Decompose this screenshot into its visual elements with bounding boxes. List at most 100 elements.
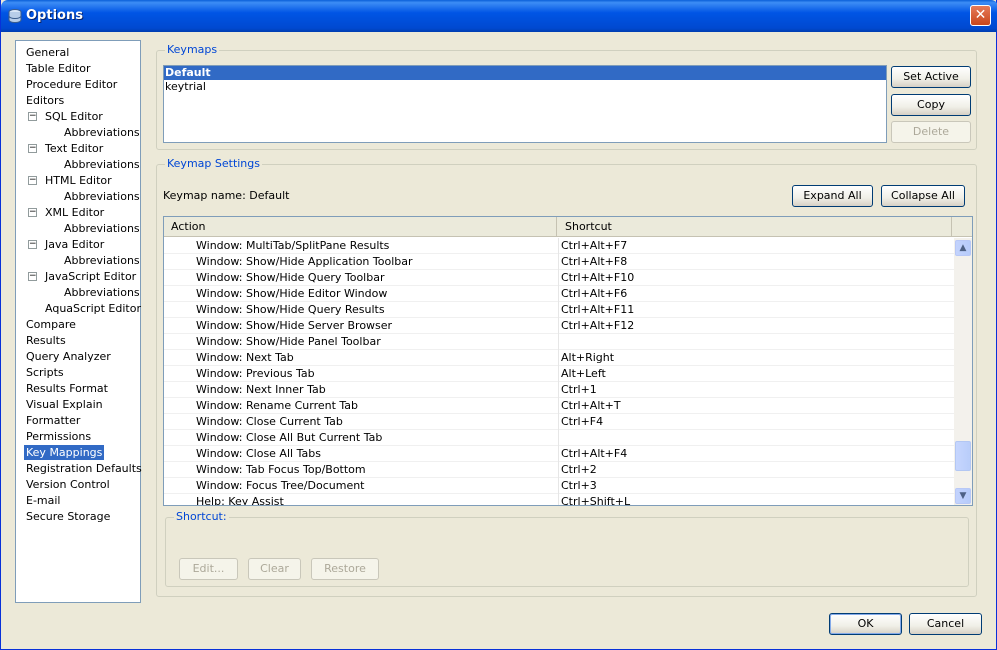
shortcut-cell: Alt+Right xyxy=(558,350,614,366)
shortcut-column-header[interactable]: Shortcut xyxy=(558,217,952,236)
delete-button[interactable]: Delete xyxy=(891,121,971,143)
table-row[interactable]: Window: Next Inner Tab Ctrl+1 xyxy=(164,382,954,398)
action-cell: Help: Key Assist xyxy=(196,495,284,506)
nav-item-scripts[interactable]: Scripts xyxy=(26,365,64,380)
nav-item-results[interactable]: Results xyxy=(26,333,66,348)
shortcut-cell xyxy=(558,430,561,446)
keymap-list-item[interactable]: Default xyxy=(164,66,886,80)
shortcut-cell: Alt+Left xyxy=(558,366,606,382)
edit-button[interactable]: Edit... xyxy=(179,558,238,580)
table-row[interactable]: Window: Show/Hide Application Toolbar Ctr… xyxy=(164,254,954,270)
nav-item-html-editor[interactable]: HTML Editor xyxy=(45,173,112,188)
nav-item-xml-editor[interactable]: XML Editor xyxy=(45,205,104,220)
table-row[interactable]: Window: Previous Tab Alt+Left xyxy=(164,366,954,382)
nav-item-abbreviations[interactable]: Abbreviations xyxy=(64,125,140,140)
table-row[interactable]: Window: Show/Hide Query Toolbar Ctrl+Alt+… xyxy=(164,270,954,286)
cancel-button[interactable]: Cancel xyxy=(909,613,982,635)
table-row[interactable]: Help: Key Assist Ctrl+Shift+L xyxy=(164,494,954,506)
nav-item-key-mappings[interactable]: Key Mappings xyxy=(24,445,105,460)
table-row[interactable]: Window: Show/Hide Query Results Ctrl+Alt+… xyxy=(164,302,954,318)
action-cell: Window: Close All But Current Tab xyxy=(196,431,383,444)
table-row[interactable]: Window: MultiTab/SplitPane Results Ctrl+A… xyxy=(164,238,954,254)
shortcut-cell: Ctrl+Shift+L xyxy=(558,494,630,505)
set-active-button[interactable]: Set Active xyxy=(891,66,971,88)
table-row[interactable]: Window: Show/Hide Editor Window Ctrl+Alt+… xyxy=(164,286,954,302)
scroll-up-icon[interactable]: ▲ xyxy=(955,240,971,256)
table-scrollbar[interactable]: ▲ ▼ xyxy=(954,238,972,505)
action-cell: Window: Focus Tree/Document xyxy=(196,479,365,492)
shortcut-cell: Ctrl+Alt+F6 xyxy=(558,286,627,302)
shortcut-cell: Ctrl+F4 xyxy=(558,414,603,430)
clear-button[interactable]: Clear xyxy=(248,558,301,580)
nav-item-permissions[interactable]: Permissions xyxy=(26,429,91,444)
nav-item-table-editor[interactable]: Table Editor xyxy=(26,61,91,76)
table-row[interactable]: Window: Next Tab Alt+Right xyxy=(164,350,954,366)
close-button[interactable]: ✕ xyxy=(970,5,991,26)
ok-button[interactable]: OK xyxy=(829,613,902,635)
table-row[interactable]: Window: Show/Hide Server Browser Ctrl+Alt… xyxy=(164,318,954,334)
nav-item-abbreviations[interactable]: Abbreviations xyxy=(64,253,140,268)
tree-collapse-icon[interactable]: − xyxy=(28,144,37,153)
table-header: Action Shortcut xyxy=(164,217,972,237)
nav-item-compare[interactable]: Compare xyxy=(26,317,76,332)
options-tree[interactable]: General Table Editor Procedure Editor Edito… xyxy=(15,40,142,603)
tree-collapse-icon[interactable]: − xyxy=(28,112,37,121)
nav-item-text-editor[interactable]: Text Editor xyxy=(45,141,103,156)
database-icon xyxy=(8,9,22,24)
nav-item-results-format[interactable]: Results Format xyxy=(26,381,108,396)
nav-item-formatter[interactable]: Formatter xyxy=(26,413,80,428)
tree-collapse-icon[interactable]: − xyxy=(28,176,37,185)
shortcut-cell: Ctrl+2 xyxy=(558,462,597,478)
tree-collapse-icon[interactable]: − xyxy=(28,240,37,249)
table-body: Window: MultiTab/SplitPane Results Ctrl+A… xyxy=(164,238,954,506)
shortcut-cell: Ctrl+Alt+F12 xyxy=(558,318,634,334)
tree-collapse-icon[interactable]: − xyxy=(28,272,37,281)
action-cell: Window: Show/Hide Panel Toolbar xyxy=(196,335,381,348)
scroll-down-icon[interactable]: ▼ xyxy=(955,488,971,504)
nav-item-sql-editor[interactable]: SQL Editor xyxy=(45,109,103,124)
nav-item-abbreviations[interactable]: Abbreviations xyxy=(64,285,140,300)
shortcut-cell: Ctrl+3 xyxy=(558,478,597,494)
nav-item-abbreviations[interactable]: Abbreviations xyxy=(64,189,140,204)
table-row[interactable]: Window: Show/Hide Panel Toolbar xyxy=(164,334,954,350)
collapse-all-button[interactable]: Collapse All xyxy=(881,185,965,207)
copy-button[interactable]: Copy xyxy=(891,94,971,116)
nav-item-visual-explain[interactable]: Visual Explain xyxy=(26,397,103,412)
nav-item-editors[interactable]: Editors xyxy=(26,93,64,108)
nav-item-abbreviations[interactable]: Abbreviations xyxy=(64,157,140,172)
keymaps-list[interactable]: Default keytrial xyxy=(163,65,887,143)
table-row[interactable]: Window: Close Current Tab Ctrl+F4 xyxy=(164,414,954,430)
action-cell: Window: Show/Hide Editor Window xyxy=(196,287,388,300)
table-row[interactable]: Window: Rename Current Tab Ctrl+Alt+T xyxy=(164,398,954,414)
nav-item-version-control[interactable]: Version Control xyxy=(26,477,110,492)
expand-all-button[interactable]: Expand All xyxy=(792,185,873,207)
nav-item-query-analyzer[interactable]: Query Analyzer xyxy=(26,349,111,364)
table-row[interactable]: Window: Close All Tabs Ctrl+Alt+F4 xyxy=(164,446,954,462)
action-cell: Window: Show/Hide Query Toolbar xyxy=(196,271,385,284)
nav-item-javascript-editor[interactable]: JavaScript Editor xyxy=(45,269,136,284)
keymap-name-label: Keymap name: Default xyxy=(163,189,290,202)
nav-item-abbreviations[interactable]: Abbreviations xyxy=(64,221,140,236)
keymap-settings-legend: Keymap Settings xyxy=(165,157,262,170)
table-row[interactable]: Window: Close All But Current Tab xyxy=(164,430,954,446)
nav-item-secure-storage[interactable]: Secure Storage xyxy=(26,509,110,524)
nav-item-general[interactable]: General xyxy=(26,45,69,60)
action-cell: Window: Show/Hide Server Browser xyxy=(196,319,393,332)
title-bar[interactable]: Options ✕ xyxy=(1,0,997,32)
nav-item-registration-defaults[interactable]: Registration Defaults xyxy=(26,461,142,476)
restore-button[interactable]: Restore xyxy=(311,558,379,580)
nav-item-procedure-editor[interactable]: Procedure Editor xyxy=(26,77,117,92)
scroll-thumb[interactable] xyxy=(955,441,971,471)
table-row[interactable]: Window: Tab Focus Top/Bottom Ctrl+2 xyxy=(164,462,954,478)
nav-item-e-mail[interactable]: E-mail xyxy=(26,493,61,508)
nav-item-aquascript-editor[interactable]: AquaScript Editor xyxy=(45,301,141,316)
nav-item-java-editor[interactable]: Java Editor xyxy=(45,237,104,252)
table-row[interactable]: Window: Focus Tree/Document Ctrl+3 xyxy=(164,478,954,494)
tree-collapse-icon[interactable]: − xyxy=(28,208,37,217)
action-cell: Window: Next Tab xyxy=(196,351,294,364)
action-cell: Window: MultiTab/SplitPane Results xyxy=(196,239,390,252)
shortcut-cell: Ctrl+Alt+F11 xyxy=(558,302,634,318)
window-title: Options xyxy=(26,8,83,23)
keymap-list-item[interactable]: keytrial xyxy=(164,80,886,94)
action-column-header[interactable]: Action xyxy=(164,217,557,236)
